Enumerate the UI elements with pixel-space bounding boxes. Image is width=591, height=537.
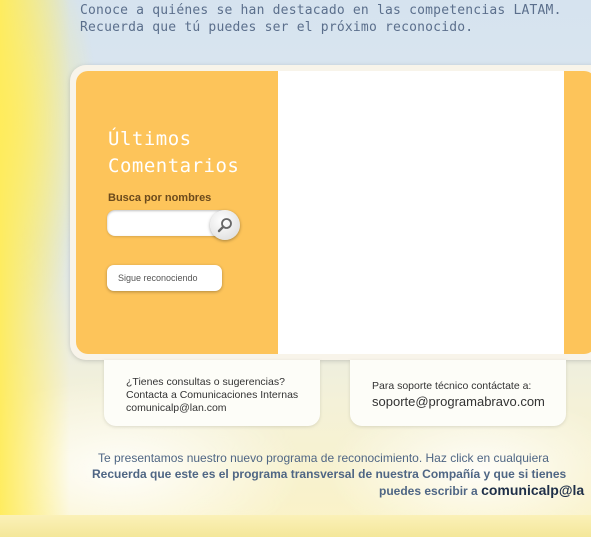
footer-email-link[interactable]: comunicalp@la	[481, 482, 584, 498]
contact-line-1: ¿Tienes consultas o sugerencias?	[126, 376, 285, 388]
sunlight-decoration	[0, 0, 70, 537]
footer-line-2: Recuerda que este es el programa transve…	[92, 467, 567, 481]
contact-line-2: Contacta a Comunicaciones Internas	[126, 389, 299, 401]
contact-box: ¿Tienes consultas o sugerencias? Contact…	[104, 360, 320, 426]
support-label: Para soporte técnico contáctate a:	[372, 380, 532, 392]
support-box: Para soporte técnico contáctate a: sopor…	[350, 360, 566, 426]
intro-line-2: Recuerda que tú puedes ser el próximo re…	[80, 20, 474, 35]
footer-email-prefix: puedes escribir a	[379, 484, 478, 498]
magnifier-icon	[217, 218, 232, 233]
intro-line-1: Conoce a quiénes se han destacado en las…	[80, 3, 562, 18]
contact-text: ¿Tienes consultas o sugerencias? Contact…	[126, 376, 298, 415]
panel-title-line-2: Comentarios	[108, 155, 240, 177]
support-email-link[interactable]: soporte@programabravo.com	[372, 394, 545, 409]
bottom-band	[0, 515, 591, 537]
contact-email-link[interactable]: comunicalp@lan.com	[126, 402, 298, 415]
panel-title-line-1: Últimos	[108, 128, 192, 150]
search-label: Busca por nombres	[108, 192, 212, 204]
footer-line-3: puedes escribir a comunicalp@la	[88, 482, 591, 499]
footer-line-1: Te presentamos nuestro nuevo programa de…	[98, 451, 549, 465]
panel-title: Últimos Comentarios	[108, 126, 239, 180]
sigue-reconociendo-button[interactable]: Sigue reconociendo	[107, 265, 222, 291]
intro-text: Conoce a quiénes se han destacado en las…	[80, 2, 562, 36]
search-button[interactable]	[210, 210, 240, 240]
comments-content-area	[278, 71, 564, 354]
footer-text: Te presentamos nuestro nuevo programa de…	[88, 450, 591, 499]
